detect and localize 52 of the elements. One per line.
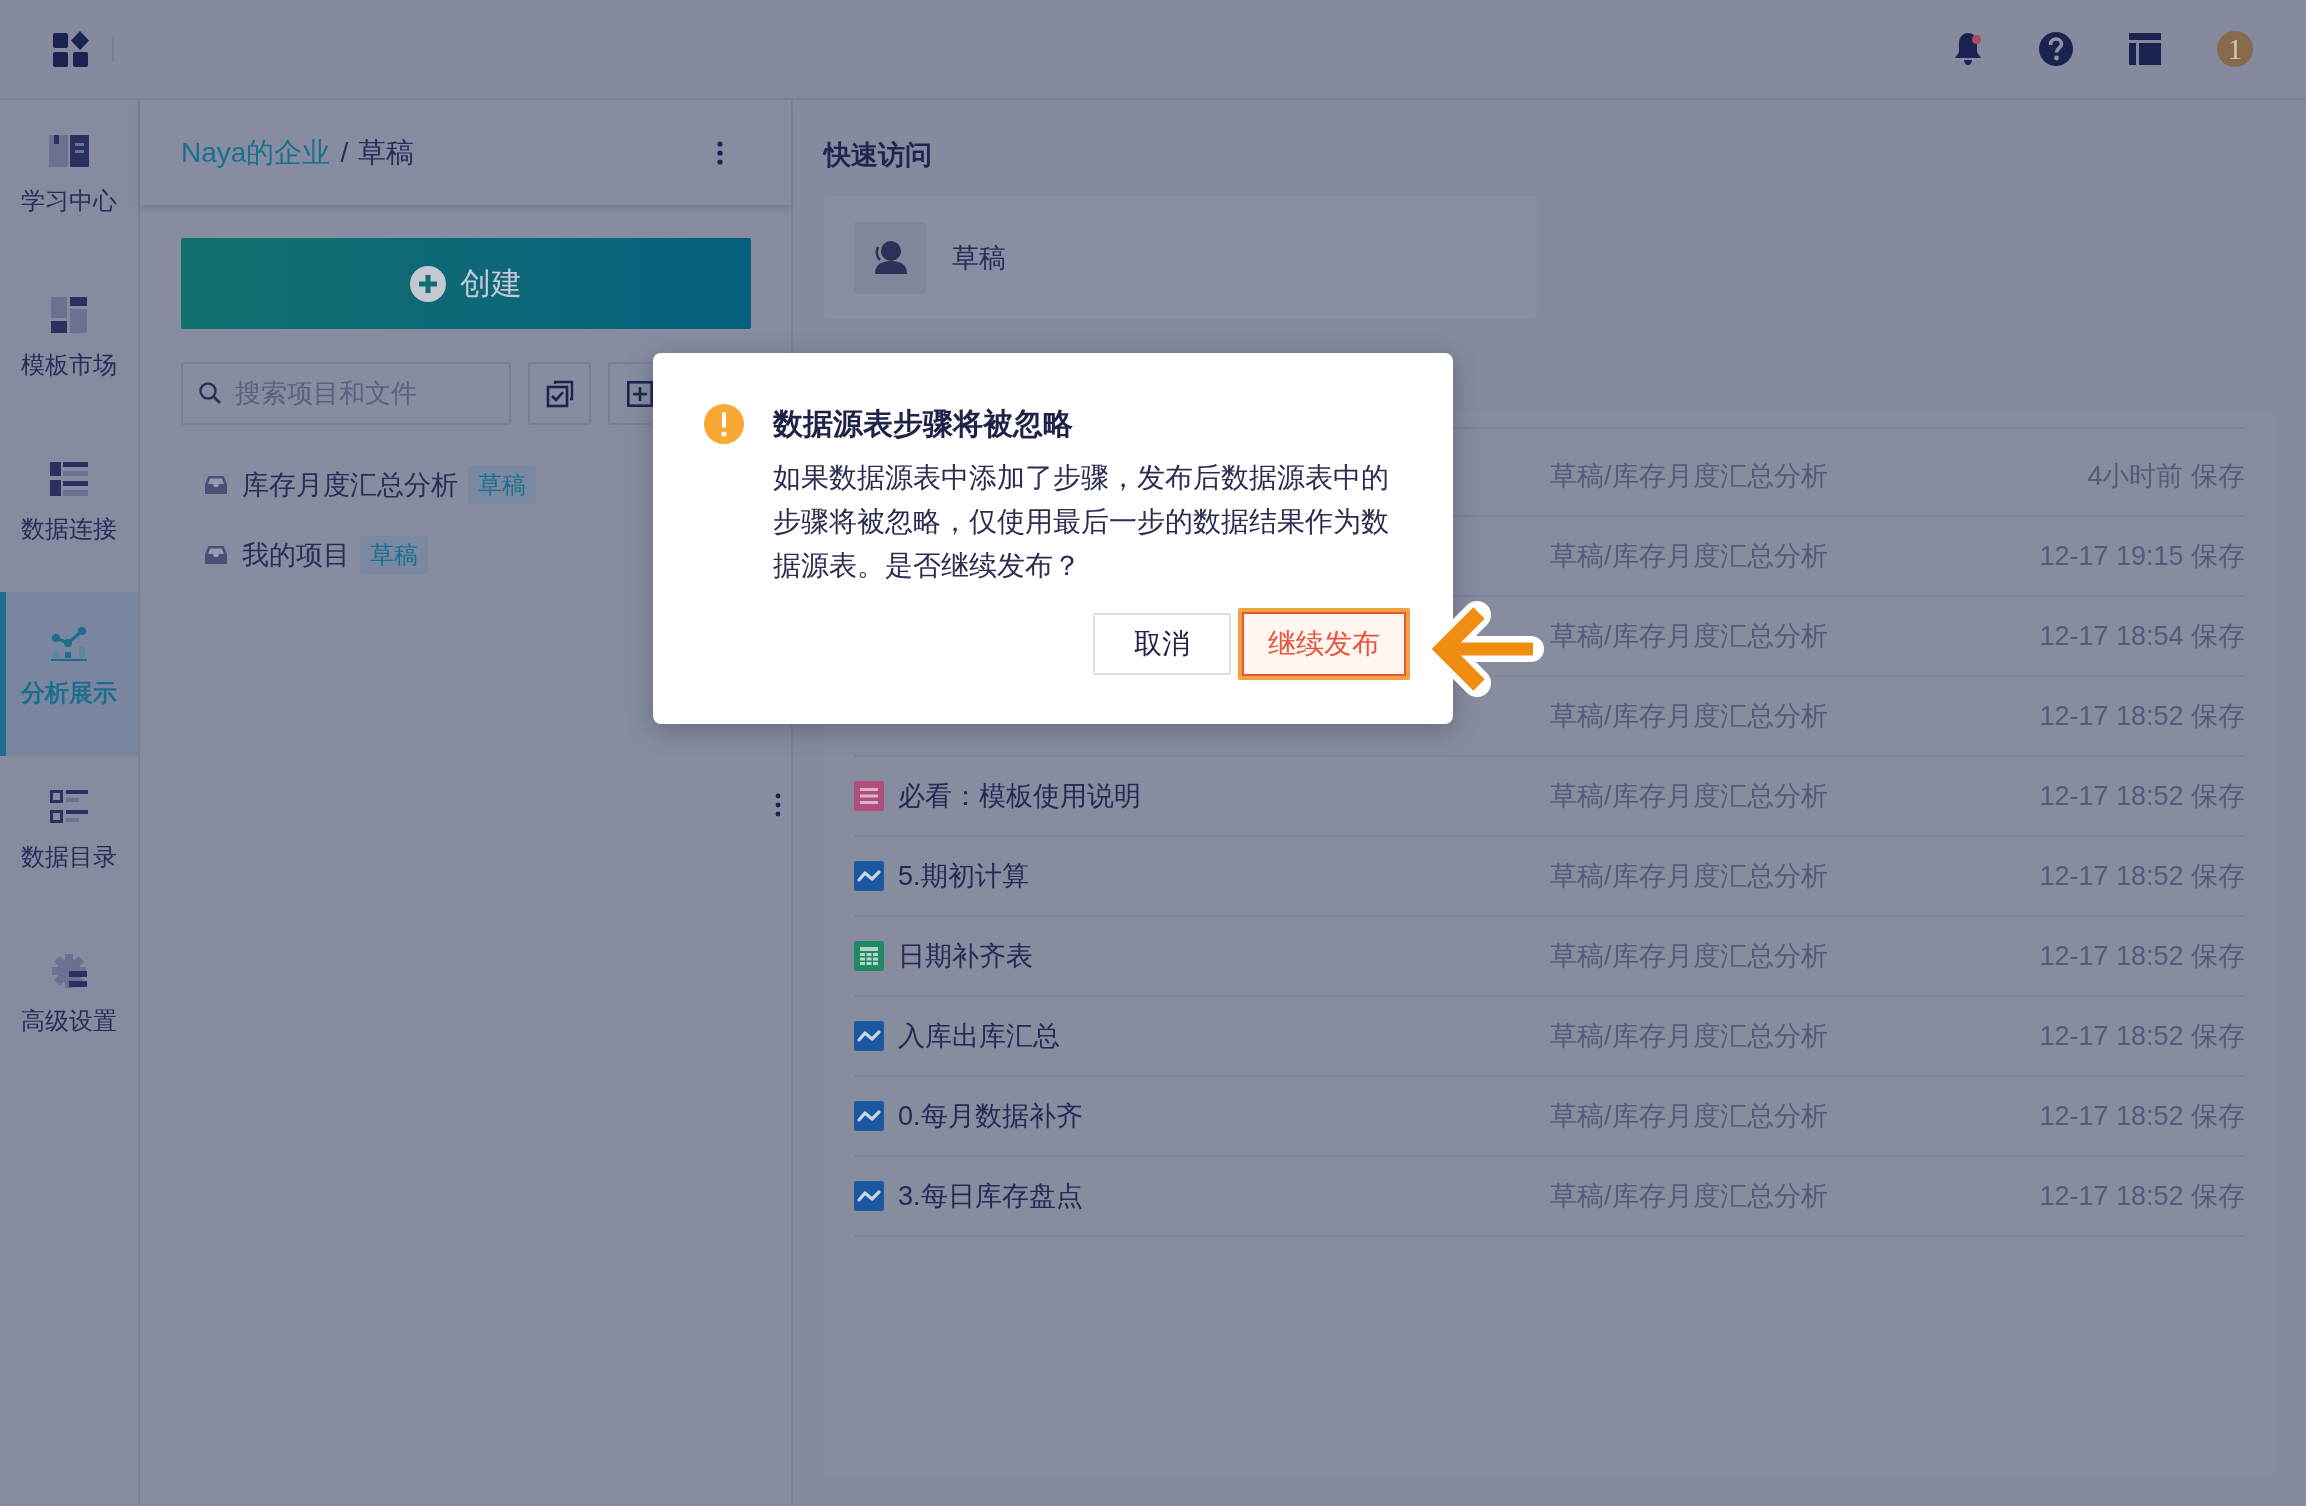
- warning-icon: [704, 404, 744, 444]
- wave-icon: [854, 1021, 884, 1051]
- blocks-icon: [51, 297, 87, 333]
- nav-item[interactable]: 高级设置: [0, 920, 138, 1084]
- more-icon[interactable]: [775, 793, 781, 817]
- gear-icon: [51, 953, 87, 989]
- section-title: 快速访问: [824, 139, 932, 172]
- cancel-button[interactable]: 取消: [1093, 613, 1231, 675]
- plus-icon: [410, 265, 446, 302]
- rows-icon: [50, 462, 88, 496]
- avatar[interactable]: 1: [2217, 31, 2253, 67]
- grid-icon: [854, 941, 884, 971]
- dialog-message: 如果数据源表中添加了步骤，发布后数据源表中的步骤将被忽略，仅使用最后一步的数据结果作为数据源表。是否继续发布？: [773, 461, 1390, 583]
- book-icon: [49, 135, 89, 167]
- file-name[interactable]: 0.每月数据补齐: [898, 1098, 1083, 1134]
- layout-icon[interactable]: [2129, 33, 2161, 65]
- document-icon: [854, 781, 884, 811]
- file-name[interactable]: 入库出库汇总: [898, 1018, 1060, 1054]
- wave-icon: [854, 1181, 884, 1211]
- file-name[interactable]: 必看：模板使用说明: [898, 778, 1141, 814]
- nav-item[interactable]: 数据目录: [0, 756, 138, 920]
- file-name[interactable]: 5.期初计算: [898, 858, 1029, 894]
- status-tag: 草稿: [360, 536, 428, 574]
- breadcrumb-current: 草稿: [358, 135, 415, 170]
- help-icon[interactable]: [2039, 32, 2073, 66]
- plus-square-icon: [626, 380, 653, 407]
- search-icon: [199, 382, 221, 404]
- breadcrumb-separator: /: [340, 136, 349, 169]
- checked-box-icon: [545, 379, 574, 408]
- confirm-button[interactable]: 继续发布: [1238, 608, 1410, 680]
- chart-icon: [51, 625, 87, 661]
- tray-icon: [205, 545, 227, 565]
- quick-access-card[interactable]: 草稿: [824, 196, 1537, 319]
- bell-icon[interactable]: [1953, 31, 1983, 67]
- apps-icon[interactable]: [53, 31, 89, 67]
- more-icon[interactable]: [717, 140, 723, 165]
- wave-icon: [854, 1101, 884, 1131]
- create-button[interactable]: 创建: [181, 238, 751, 329]
- nav-item[interactable]: 模板市场: [0, 264, 138, 428]
- file-name[interactable]: 日期补齐表: [898, 938, 1033, 974]
- tray-icon: [205, 475, 227, 495]
- tree-item[interactable]: 库存月度汇总分析 草稿: [181, 450, 540, 520]
- file-name[interactable]: 3.每日库存盘点: [898, 1178, 1083, 1214]
- person-icon: [854, 221, 926, 294]
- dialog-title: 数据源表步骤将被忽略: [773, 406, 1073, 442]
- status-tag: 草稿: [468, 466, 536, 504]
- nav-item[interactable]: 数据连接: [0, 428, 138, 592]
- tree-item[interactable]: 我的项目 草稿: [181, 520, 432, 590]
- check-box-button[interactable]: [528, 362, 591, 425]
- nav-item[interactable]: 学习中心: [0, 100, 138, 264]
- wave-icon: [854, 861, 884, 891]
- list-icon: [50, 790, 88, 824]
